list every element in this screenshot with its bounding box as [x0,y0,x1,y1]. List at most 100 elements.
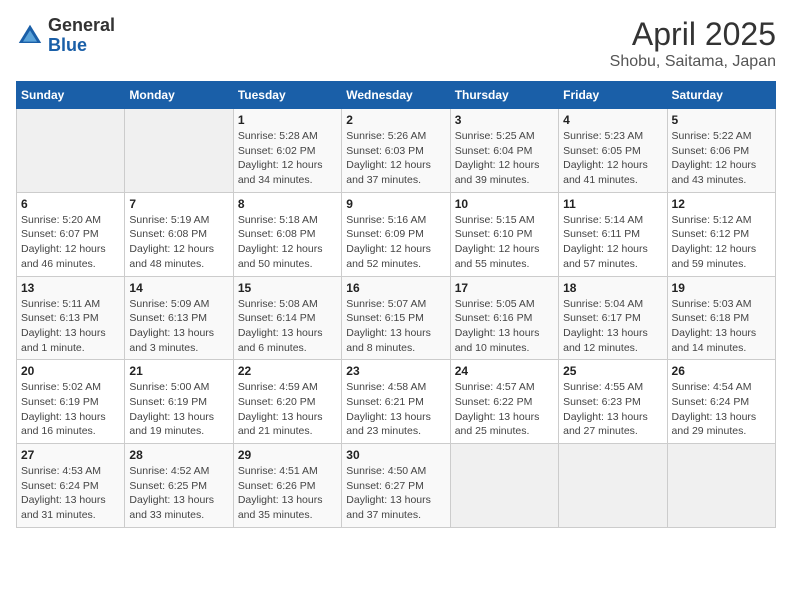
calendar-day-cell: 17 Sunrise: 5:05 AMSunset: 6:16 PMDayligh… [450,276,558,360]
day-info: Sunrise: 4:53 AMSunset: 6:24 PMDaylight:… [21,464,120,523]
calendar-day-cell: 10Sunrise: 5:15 AMSunset: 6:10 PMDayligh… [450,192,558,276]
day-of-week-header: Saturday [667,82,775,109]
calendar-day-cell [17,109,125,193]
day-info: Sunrise: 5:25 AMSunset: 6:04 PMDaylight:… [455,129,554,188]
day-number: 18 [563,281,662,295]
day-of-week-header: Sunday [17,82,125,109]
calendar-day-cell: 26 Sunrise: 4:54 AMSunset: 6:24 PMDayligh… [667,360,775,444]
day-number: 30 [346,448,445,462]
day-info: Sunrise: 4:54 AMSunset: 6:24 PMDaylight:… [672,380,771,439]
calendar-title: April 2025 [610,16,776,53]
day-number: 15 [238,281,337,295]
day-number: 9 [346,197,445,211]
calendar-day-cell: 28 Sunrise: 4:52 AMSunset: 6:25 PMDayligh… [125,444,233,528]
day-number: 3 [455,113,554,127]
calendar-body: 1Sunrise: 5:28 AMSunset: 6:02 PMDaylight… [17,109,776,528]
calendar-header: SundayMondayTuesdayWednesdayThursdayFrid… [17,82,776,109]
day-of-week-header: Monday [125,82,233,109]
calendar-day-cell: 4 Sunrise: 5:23 AMSunset: 6:05 PMDaylight… [559,109,667,193]
day-info: Sunrise: 4:59 AMSunset: 6:20 PMDaylight:… [238,380,337,439]
day-number: 29 [238,448,337,462]
day-number: 8 [238,197,337,211]
day-of-week-header: Wednesday [342,82,450,109]
day-number: 14 [129,281,228,295]
day-number: 23 [346,364,445,378]
day-number: 24 [455,364,554,378]
calendar-day-cell: 5Sunrise: 5:22 AMSunset: 6:06 PMDaylight… [667,109,775,193]
day-number: 16 [346,281,445,295]
day-info: Sunrise: 5:03 AMSunset: 6:18 PMDaylight:… [672,297,771,356]
day-number: 2 [346,113,445,127]
day-info: Sunrise: 4:58 AMSunset: 6:21 PMDaylight:… [346,380,445,439]
day-of-week-header: Tuesday [233,82,341,109]
day-number: 27 [21,448,120,462]
day-info: Sunrise: 5:20 AMSunset: 6:07 PMDaylight:… [21,213,120,272]
day-info: Sunrise: 5:23 AMSunset: 6:05 PMDaylight:… [563,129,662,188]
calendar-week-row: 6 Sunrise: 5:20 AMSunset: 6:07 PMDaylight… [17,192,776,276]
day-info: Sunrise: 5:16 AMSunset: 6:09 PMDaylight:… [346,213,445,272]
calendar-day-cell: 16 Sunrise: 5:07 AMSunset: 6:15 PMDayligh… [342,276,450,360]
day-info: Sunrise: 4:51 AMSunset: 6:26 PMDaylight:… [238,464,337,523]
calendar-day-cell: 9 Sunrise: 5:16 AMSunset: 6:09 PMDaylight… [342,192,450,276]
calendar-day-cell: 18 Sunrise: 5:04 AMSunset: 6:17 PMDayligh… [559,276,667,360]
day-number: 22 [238,364,337,378]
logo-icon [16,22,44,50]
day-number: 19 [672,281,771,295]
calendar-day-cell: 12 Sunrise: 5:12 AMSunset: 6:12 PMDayligh… [667,192,775,276]
calendar-day-cell [125,109,233,193]
day-number: 12 [672,197,771,211]
day-info: Sunrise: 5:07 AMSunset: 6:15 PMDaylight:… [346,297,445,356]
day-info: Sunrise: 5:04 AMSunset: 6:17 PMDaylight:… [563,297,662,356]
calendar-day-cell: 19 Sunrise: 5:03 AMSunset: 6:18 PMDayligh… [667,276,775,360]
day-number: 6 [21,197,120,211]
calendar-day-cell: 23 Sunrise: 4:58 AMSunset: 6:21 PMDayligh… [342,360,450,444]
day-info: Sunrise: 5:05 AMSunset: 6:16 PMDaylight:… [455,297,554,356]
calendar-subtitle: Shobu, Saitama, Japan [610,53,776,71]
day-info: Sunrise: 4:55 AMSunset: 6:23 PMDaylight:… [563,380,662,439]
day-of-week-header: Thursday [450,82,558,109]
day-info: Sunrise: 5:28 AMSunset: 6:02 PMDaylight:… [238,129,337,188]
day-info: Sunrise: 5:12 AMSunset: 6:12 PMDaylight:… [672,213,771,272]
day-number: 13 [21,281,120,295]
day-number: 11 [563,197,662,211]
day-number: 25 [563,364,662,378]
day-info: Sunrise: 5:08 AMSunset: 6:14 PMDaylight:… [238,297,337,356]
calendar-week-row: 20Sunrise: 5:02 AMSunset: 6:19 PMDayligh… [17,360,776,444]
calendar-day-cell: 7Sunrise: 5:19 AMSunset: 6:08 PMDaylight… [125,192,233,276]
day-info: Sunrise: 5:19 AMSunset: 6:08 PMDaylight:… [129,213,228,272]
calendar-table: SundayMondayTuesdayWednesdayThursdayFrid… [16,81,776,528]
logo-blue-text: Blue [48,36,115,56]
day-of-week-header: Friday [559,82,667,109]
day-info: Sunrise: 4:52 AMSunset: 6:25 PMDaylight:… [129,464,228,523]
day-info: Sunrise: 5:00 AMSunset: 6:19 PMDaylight:… [129,380,228,439]
calendar-day-cell: 8Sunrise: 5:18 AMSunset: 6:08 PMDaylight… [233,192,341,276]
calendar-day-cell: 11 Sunrise: 5:14 AMSunset: 6:11 PMDayligh… [559,192,667,276]
calendar-day-cell: 20Sunrise: 5:02 AMSunset: 6:19 PMDayligh… [17,360,125,444]
logo-general-text: General [48,16,115,36]
day-info: Sunrise: 5:14 AMSunset: 6:11 PMDaylight:… [563,213,662,272]
calendar-day-cell: 29 Sunrise: 4:51 AMSunset: 6:26 PMDayligh… [233,444,341,528]
logo-text: General Blue [48,16,115,56]
day-number: 26 [672,364,771,378]
logo: General Blue [16,16,115,56]
day-info: Sunrise: 5:02 AMSunset: 6:19 PMDaylight:… [21,380,120,439]
day-info: Sunrise: 5:11 AMSunset: 6:13 PMDaylight:… [21,297,120,356]
calendar-day-cell [450,444,558,528]
day-number: 28 [129,448,228,462]
day-number: 21 [129,364,228,378]
calendar-day-cell: 15 Sunrise: 5:08 AMSunset: 6:14 PMDayligh… [233,276,341,360]
page-header: General Blue April 2025 Shobu, Saitama, … [16,16,776,71]
calendar-day-cell: 25 Sunrise: 4:55 AMSunset: 6:23 PMDayligh… [559,360,667,444]
day-info: Sunrise: 5:09 AMSunset: 6:13 PMDaylight:… [129,297,228,356]
calendar-week-row: 13 Sunrise: 5:11 AMSunset: 6:13 PMDayligh… [17,276,776,360]
calendar-day-cell: 14 Sunrise: 5:09 AMSunset: 6:13 PMDayligh… [125,276,233,360]
day-info: Sunrise: 5:15 AMSunset: 6:10 PMDaylight:… [455,213,554,272]
days-of-week-row: SundayMondayTuesdayWednesdayThursdayFrid… [17,82,776,109]
day-number: 17 [455,281,554,295]
calendar-day-cell: 2 Sunrise: 5:26 AMSunset: 6:03 PMDaylight… [342,109,450,193]
day-number: 4 [563,113,662,127]
calendar-day-cell: 27 Sunrise: 4:53 AMSunset: 6:24 PMDayligh… [17,444,125,528]
day-info: Sunrise: 5:22 AMSunset: 6:06 PMDaylight:… [672,129,771,188]
day-info: Sunrise: 5:26 AMSunset: 6:03 PMDaylight:… [346,129,445,188]
calendar-week-row: 27 Sunrise: 4:53 AMSunset: 6:24 PMDayligh… [17,444,776,528]
